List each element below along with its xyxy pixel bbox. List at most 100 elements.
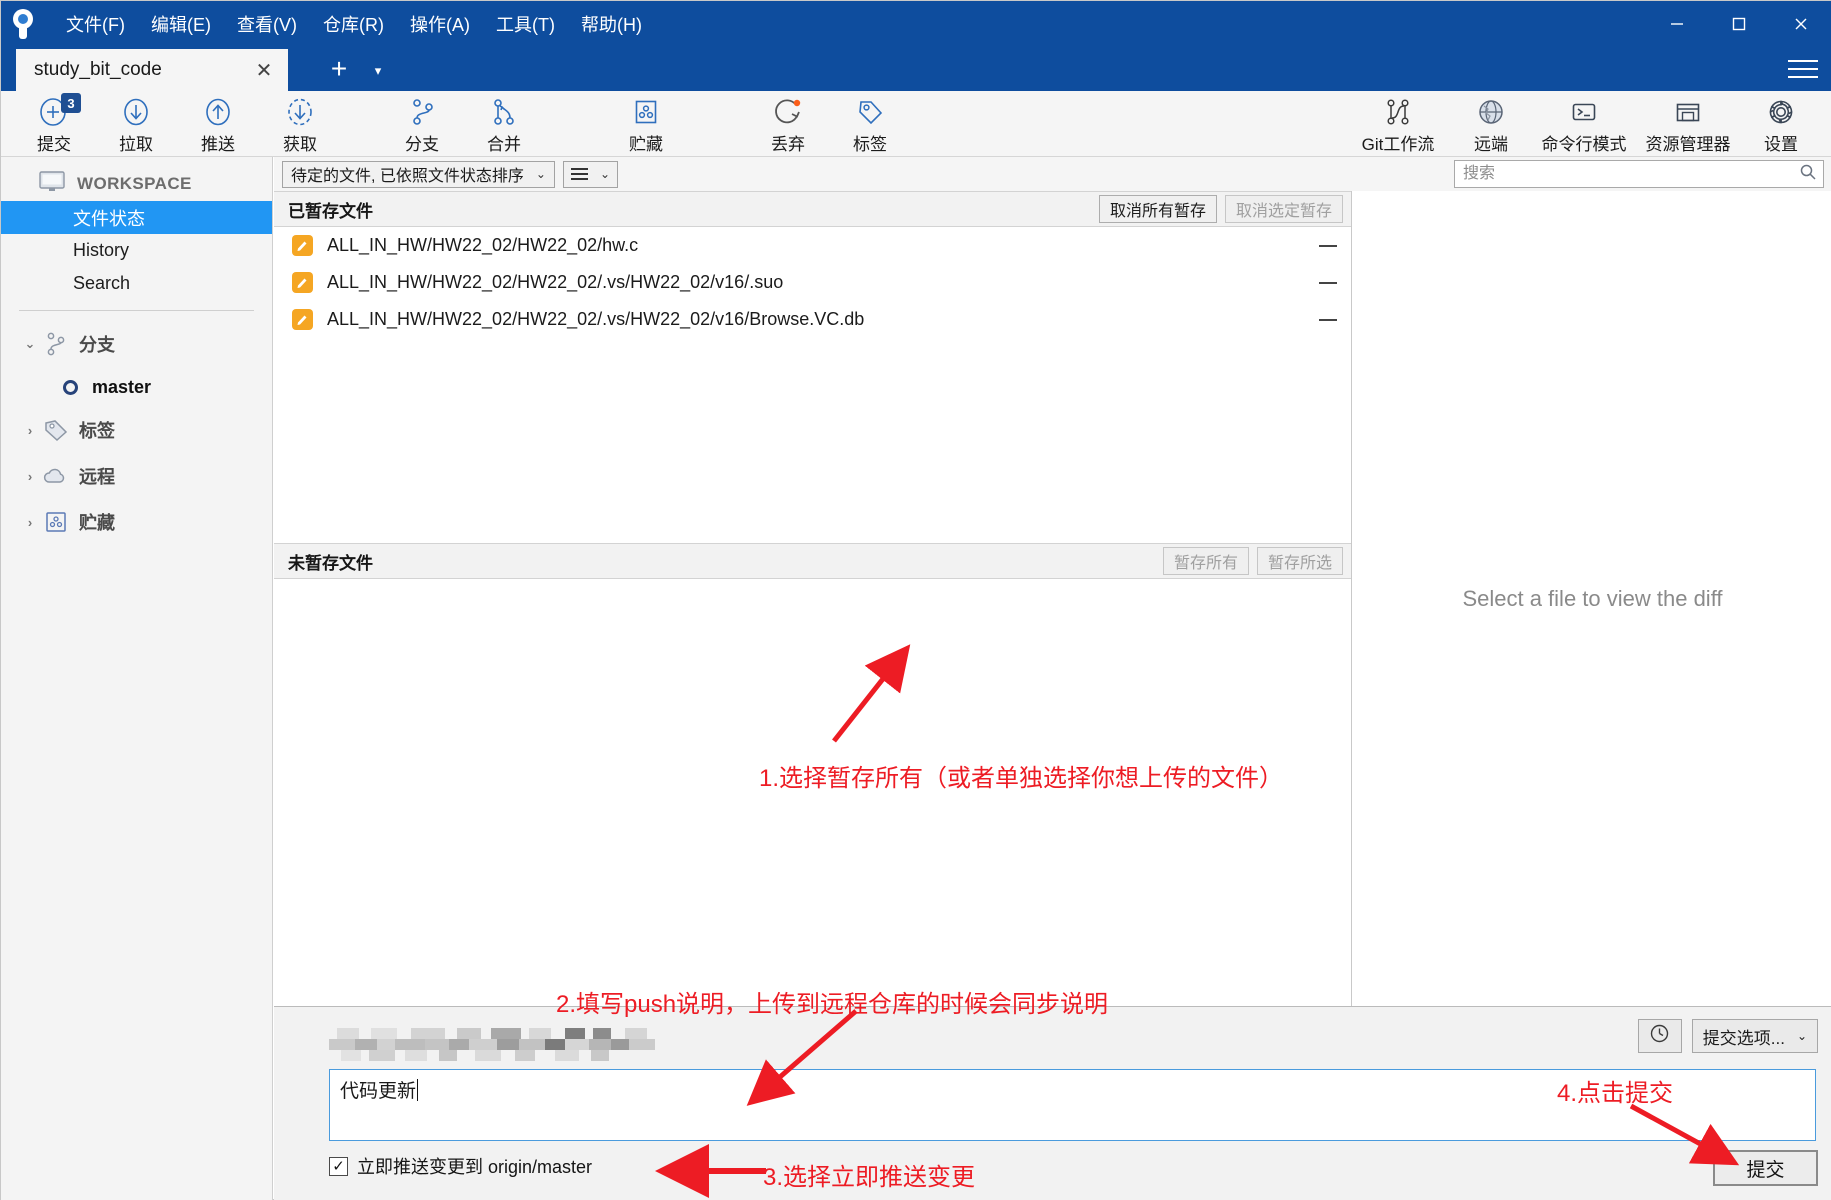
tab-close-icon[interactable]: ✕ [250,56,278,84]
chevron-right-icon[interactable]: › [19,423,41,438]
tab-list-chevron-down-icon[interactable]: ▾ [365,63,391,79]
staged-files-section: 已暂存文件 取消所有暂存 取消选定暂存 ALL_IN_HW/HW22_02/HW… [274,191,1351,543]
globe-remote-icon [1475,95,1507,129]
view-mode-dropdown[interactable]: ⌄ [562,160,619,188]
unstage-file-icon[interactable] [1315,307,1341,333]
minimize-icon[interactable] [1646,1,1708,47]
maximize-icon[interactable] [1708,1,1770,47]
sidebar-section-stashes[interactable]: › 贮藏 [1,499,272,545]
search-box[interactable] [1454,160,1824,188]
menu-view[interactable]: 查看(V) [224,5,310,43]
sidebar-section-branches[interactable]: ⌄ 分支 [1,321,272,367]
menu-bar: 文件(F) 编辑(E) 查看(V) 仓库(R) 操作(A) 工具(T) 帮助(H… [53,1,655,47]
branch-name-label: master [92,376,152,397]
diff-pane: Select a file to view the diff [1353,191,1831,1006]
toolbar-merge-label: 合并 [487,135,521,154]
main-menu-hamburger-icon[interactable] [1788,57,1818,81]
commit-options-button[interactable]: 提交选项... ⌄ [1691,1019,1818,1053]
toolbar-fetch-label: 获取 [283,135,317,154]
menu-edit[interactable]: 编辑(E) [138,5,224,43]
discard-revert-icon [772,95,804,129]
toolbar-tag-button[interactable]: 标签 [829,91,911,157]
new-tab-icon[interactable]: + [323,55,355,86]
menu-actions[interactable]: 操作(A) [397,5,483,43]
modified-file-icon [292,272,313,293]
sidebar-item-label: 文件状态 [73,208,145,229]
merge-icon [488,95,520,129]
tab-label: study_bit_code [34,59,162,80]
menu-file[interactable]: 文件(F) [53,5,138,43]
toolbar-pull-button[interactable]: 拉取 [95,91,177,157]
toolbar-terminal-label: 命令行模式 [1541,135,1627,154]
menu-help[interactable]: 帮助(H) [568,5,655,43]
gear-icon [1765,95,1797,129]
sidebar-divider [19,310,254,311]
sidebar-item-file-status[interactable]: 文件状态 [1,201,272,234]
file-path: ALL_IN_HW/HW22_02/HW22_02/.vs/HW22_02/v1… [327,309,865,329]
window-controls [1646,1,1831,47]
tab-study-bit-code[interactable]: study_bit_code ✕ [16,49,288,91]
menu-repository[interactable]: 仓库(R) [310,5,397,43]
chevron-down-icon: ⌄ [599,167,611,181]
table-row[interactable]: ALL_IN_HW/HW22_02/HW22_02/hw.c [274,227,1351,264]
toolbar-tag-label: 标签 [853,135,887,154]
workspace-label: WORKSPACE [77,174,192,193]
stage-selected-button[interactable]: 暂存所选 [1256,547,1343,575]
menu-tools[interactable]: 工具(T) [483,5,568,43]
toolbar-gitflow-button[interactable]: Git工作流 [1346,91,1450,157]
commit-area: 提交选项... ⌄ 代码更新 ✓ 立即推送变更到 origin/master 提… [274,1006,1831,1200]
commit-history-button[interactable] [1637,1019,1682,1053]
sidebar-section-tags[interactable]: › 标签 [1,407,272,453]
commit-message-input[interactable]: 代码更新 [329,1069,1816,1141]
toolbar-push-button[interactable]: 推送 [177,91,259,157]
chevron-right-icon[interactable]: › [19,469,41,484]
unstaged-files-header: 未暂存文件 暂存所有 暂存所选 [274,543,1351,579]
search-input[interactable] [1461,164,1799,184]
sidebar-branch-master[interactable]: master [1,367,272,407]
toolbar-discard-button[interactable]: 丢弃 [747,91,829,157]
modified-file-icon [292,235,313,256]
current-branch-icon [63,379,78,395]
toolbar-terminal-button[interactable]: 命令行模式 [1532,91,1636,157]
unstage-file-icon[interactable] [1315,270,1341,296]
checkbox-checkmark-icon[interactable]: ✓ [329,1156,348,1176]
file-sort-dropdown[interactable]: 待定的文件, 已依照文件状态排序 ⌄ [282,160,555,188]
title-bar: 文件(F) 编辑(E) 查看(V) 仓库(R) 操作(A) 工具(T) 帮助(H… [1,1,1831,47]
unstage-file-icon[interactable] [1315,233,1341,259]
commit-footer: ✓ 立即推送变更到 origin/master 提交 [274,1147,1831,1200]
clock-icon [1649,1023,1670,1049]
staged-files-title: 已暂存文件 [288,201,373,221]
sidebar-item-label: Search [73,273,131,293]
toolbar-settings-button[interactable]: 设置 [1740,91,1822,157]
sidebar-item-history[interactable]: History [1,234,272,267]
unstage-all-button[interactable]: 取消所有暂存 [1098,195,1217,223]
unstage-selected-button[interactable]: 取消选定暂存 [1224,195,1343,223]
app-logo-icon [1,1,45,47]
search-icon[interactable] [1799,163,1817,186]
sidebar-item-search[interactable]: Search [1,267,272,300]
tab-bar: study_bit_code ✕ + ▾ [1,47,1831,91]
toolbar-remote-label: 远端 [1474,135,1508,154]
close-icon[interactable] [1770,1,1831,47]
table-row[interactable]: ALL_IN_HW/HW22_02/HW22_02/.vs/HW22_02/v1… [274,264,1351,301]
toolbar-branch-button[interactable]: 分支 [381,91,463,157]
commit-message-value: 代码更新 [340,1081,417,1102]
staged-files-list: ALL_IN_HW/HW22_02/HW22_02/hw.c ALL_IN_HW… [274,227,1351,543]
stage-all-button[interactable]: 暂存所有 [1162,547,1249,575]
toolbar-explorer-button[interactable]: 资源管理器 [1636,91,1740,157]
toolbar-commit-button[interactable]: 3 提交 [13,91,95,157]
sidebar-section-remotes[interactable]: › 远程 [1,453,272,499]
commit-button[interactable]: 提交 [1713,1150,1818,1186]
toolbar-merge-button[interactable]: 合并 [463,91,545,157]
toolbar-fetch-button[interactable]: 获取 [259,91,341,157]
push-immediately-checkbox[interactable]: ✓ 立即推送变更到 origin/master [329,1153,592,1179]
toolbar-remote-button[interactable]: 远端 [1450,91,1532,157]
toolbar-stash-button[interactable]: 贮藏 [605,91,687,157]
chevron-down-icon[interactable]: ⌄ [19,336,41,352]
branch-icon [406,95,438,129]
chevron-right-icon[interactable]: › [19,515,41,530]
table-row[interactable]: ALL_IN_HW/HW22_02/HW22_02/.vs/HW22_02/v1… [274,301,1351,338]
commit-count-badge: 3 [61,93,81,113]
file-status-pane: 已暂存文件 取消所有暂存 取消选定暂存 ALL_IN_HW/HW22_02/HW… [274,191,1352,1006]
tag-icon [854,95,886,129]
